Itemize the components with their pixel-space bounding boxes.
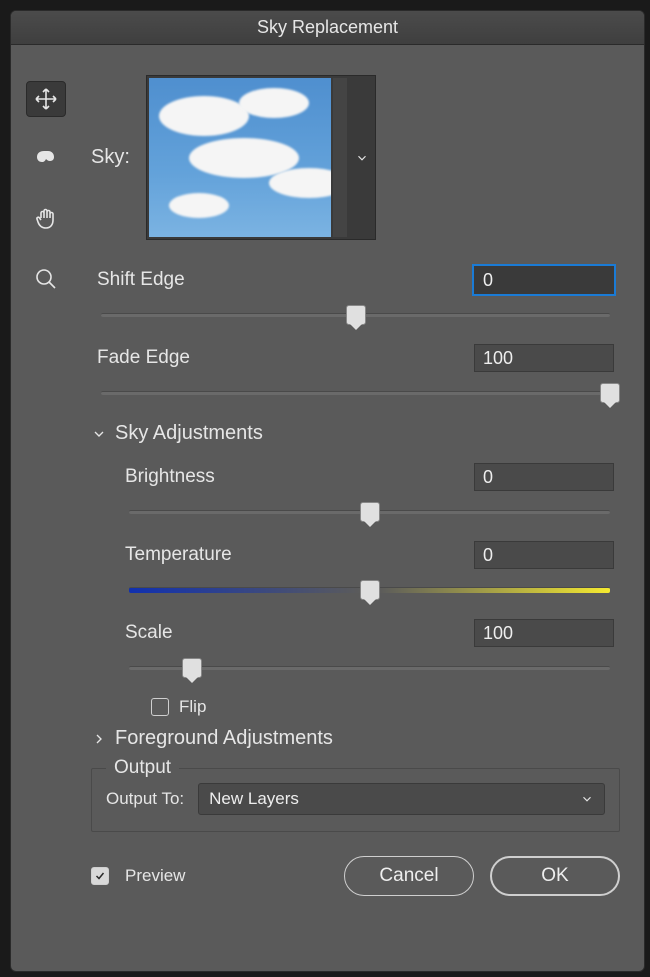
hand-tool[interactable] bbox=[26, 201, 66, 237]
sky-adjustments-header[interactable]: Sky Adjustments bbox=[91, 422, 620, 445]
shift-edge-label: Shift Edge bbox=[97, 269, 185, 291]
brightness-label: Brightness bbox=[125, 466, 215, 488]
main-panel: Sky: Shi bbox=[81, 45, 644, 971]
brush-tool[interactable] bbox=[26, 141, 66, 177]
preview-checkbox[interactable] bbox=[91, 867, 109, 885]
temperature-label: Temperature bbox=[125, 544, 232, 566]
sky-label: Sky: bbox=[91, 146, 130, 169]
output-group: Output Output To: New Layers bbox=[91, 768, 620, 832]
fade-edge-input[interactable] bbox=[474, 344, 614, 372]
output-to-label: Output To: bbox=[106, 789, 184, 809]
sky-adjustments-label: Sky Adjustments bbox=[115, 422, 263, 445]
scale-input[interactable] bbox=[474, 619, 614, 647]
sky-picker-scrollbar[interactable] bbox=[333, 78, 347, 237]
scale-label: Scale bbox=[125, 622, 173, 644]
output-to-value: New Layers bbox=[209, 789, 299, 809]
ok-button[interactable]: OK bbox=[490, 856, 620, 896]
output-to-select[interactable]: New Layers bbox=[198, 783, 605, 815]
scale-slider[interactable] bbox=[129, 657, 610, 679]
brightness-slider[interactable] bbox=[129, 501, 610, 523]
titlebar[interactable]: Sky Replacement bbox=[11, 11, 644, 45]
sky-thumbnail bbox=[149, 78, 331, 237]
foreground-adjustments-header[interactable]: Foreground Adjustments bbox=[91, 727, 620, 750]
fade-edge-slider[interactable] bbox=[101, 382, 610, 404]
flip-label: Flip bbox=[179, 697, 206, 717]
temperature-slider[interactable] bbox=[129, 579, 610, 601]
output-legend: Output bbox=[106, 757, 179, 779]
chevron-down-icon[interactable] bbox=[349, 76, 375, 239]
window-title: Sky Replacement bbox=[257, 17, 398, 38]
tool-column bbox=[11, 45, 81, 971]
fade-edge-label: Fade Edge bbox=[97, 347, 190, 369]
preview-label: Preview bbox=[125, 866, 185, 886]
sky-replacement-dialog: Sky Replacement Sky: bbox=[10, 10, 645, 972]
brightness-input[interactable] bbox=[474, 463, 614, 491]
temperature-input[interactable] bbox=[474, 541, 614, 569]
shift-edge-slider[interactable] bbox=[101, 304, 610, 326]
sky-picker[interactable] bbox=[146, 75, 376, 240]
flip-checkbox[interactable] bbox=[151, 698, 169, 716]
zoom-tool[interactable] bbox=[26, 261, 66, 297]
move-tool[interactable] bbox=[26, 81, 66, 117]
cancel-button[interactable]: Cancel bbox=[344, 856, 474, 896]
shift-edge-input[interactable] bbox=[474, 266, 614, 294]
foreground-adjustments-label: Foreground Adjustments bbox=[115, 727, 333, 750]
